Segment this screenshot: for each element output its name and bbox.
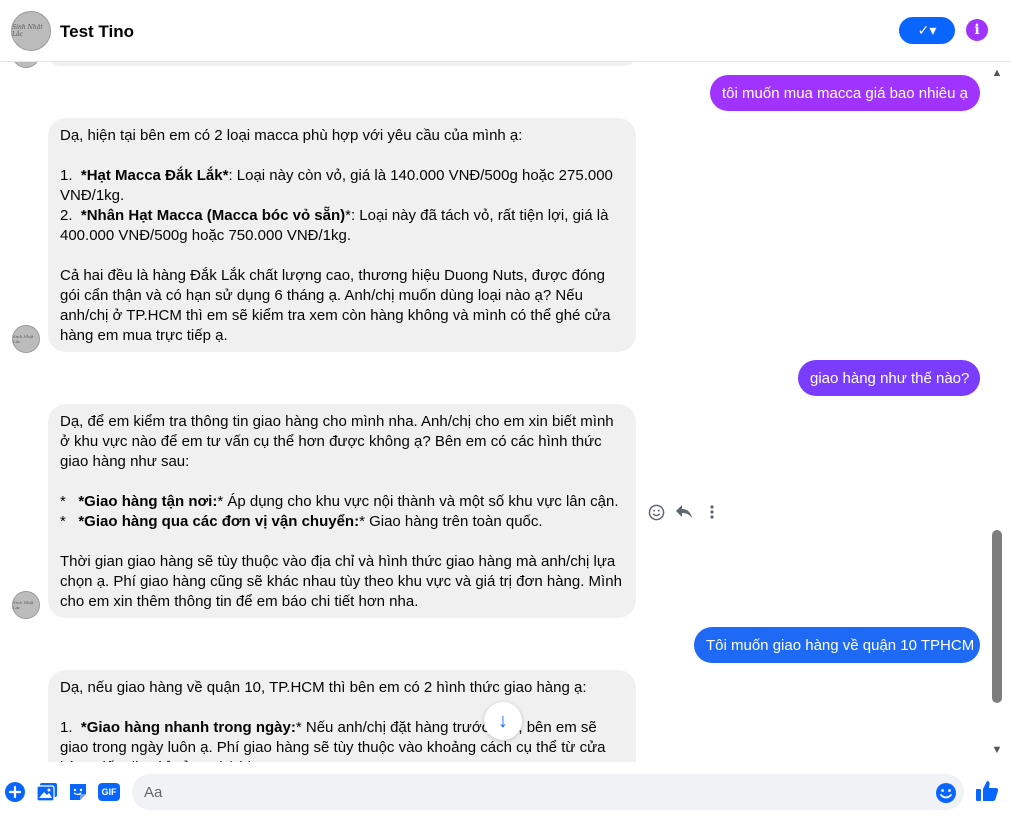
message-text: Cả hai đều là hàng Đắk Lắk chất lượng ca…	[60, 267, 615, 344]
message-text: Dạ, hiện tại bên em có 2 loại macca phù …	[60, 127, 523, 144]
check-dropdown-button[interactable]: ✓▾	[899, 17, 955, 44]
scrollbar-thumb[interactable]	[992, 530, 1002, 703]
gif-icon[interactable]: GIF	[98, 781, 120, 803]
outgoing-message[interactable]: tôi muốn mua macca giá bao nhiêu ạ	[710, 75, 980, 111]
more-options-icon[interactable]	[700, 500, 724, 524]
message-text: Dạ, để em kiểm tra thông tin giao hàng c…	[60, 413, 618, 470]
info-icon[interactable]: i	[966, 19, 988, 41]
incoming-message[interactable]: Dạ, nếu giao hàng về quận 10, TP.HCM thì…	[48, 670, 636, 762]
chat-header: Sinh Nhật Lắc Test Tino ✓▾ i	[0, 0, 1011, 62]
message-text: * *Giao hàng tận nơi:* Áp dụng cho khu v…	[60, 493, 619, 530]
message-text: 1. *Giao hàng nhanh trong ngày:* Nếu anh…	[60, 719, 606, 762]
scrollbar-down-arrow[interactable]: ▼	[990, 744, 1004, 756]
thumbs-up-icon[interactable]	[975, 779, 999, 803]
scroll-to-bottom-button[interactable]: ↓	[484, 702, 522, 740]
sender-avatar[interactable]: Sinh Nhật Lắc	[12, 325, 40, 353]
sender-avatar[interactable]: Sinh Nhật Lắc	[12, 591, 40, 619]
contact-name[interactable]: Test Tino	[60, 22, 134, 42]
contact-avatar[interactable]: Sinh Nhật Lắc	[11, 11, 51, 51]
message-input[interactable]: Aa	[132, 774, 964, 810]
outgoing-message[interactable]: Tôi muốn giao hàng về quận 10 TPHCM	[694, 627, 980, 663]
message-text: Thời gian giao hàng sẽ tùy thuộc vào địa…	[60, 553, 627, 610]
outgoing-message[interactable]: giao hàng như thế nào?	[798, 360, 980, 396]
message-text: 1. *Hạt Macca Đắk Lắk*: Loại này còn vỏ,…	[60, 167, 613, 244]
message-text: Dạ, nếu giao hàng về quận 10, TP.HCM thì…	[60, 679, 587, 696]
arrow-down-icon: ↓	[498, 709, 508, 732]
sender-avatar	[12, 62, 40, 68]
incoming-message[interactable]: Dạ, để em kiểm tra thông tin giao hàng c…	[48, 404, 636, 618]
message-actions	[644, 500, 724, 524]
react-emoji-icon[interactable]	[644, 500, 668, 524]
message-composer: GIF Aa	[0, 762, 1011, 830]
incoming-message[interactable]: Dạ, hiện tại bên em có 2 loại macca phù …	[48, 118, 636, 352]
previous-message-bubble	[48, 62, 636, 66]
sticker-icon[interactable]	[67, 781, 89, 803]
emoji-icon[interactable]	[935, 782, 957, 804]
scrollbar-up-arrow[interactable]: ▲	[990, 67, 1004, 79]
reply-icon[interactable]	[672, 500, 696, 524]
message-list: tôi muốn mua macca giá bao nhiêu ạ Dạ, h…	[0, 62, 1011, 762]
message-input-placeholder: Aa	[144, 783, 163, 801]
plus-icon[interactable]	[4, 781, 26, 803]
image-icon[interactable]	[36, 781, 58, 803]
